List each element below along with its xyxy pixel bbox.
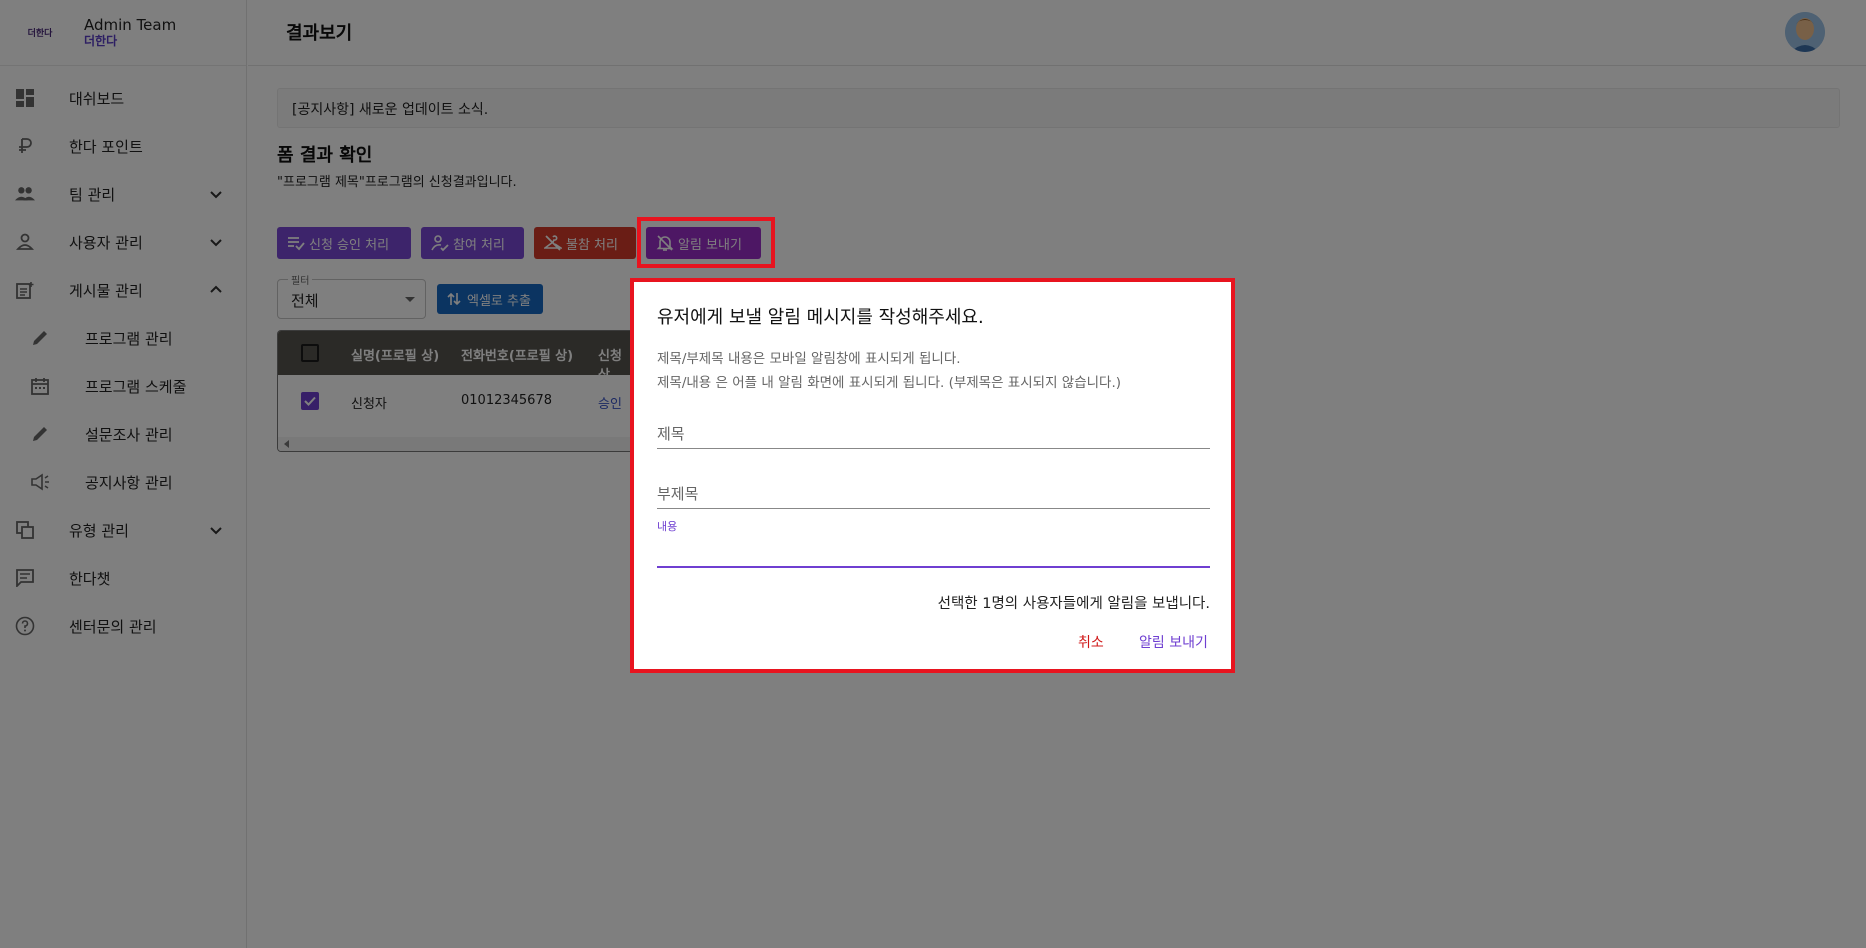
highlight-send-alert-button	[637, 217, 775, 268]
content-label: 내용	[657, 520, 678, 533]
title-field	[657, 419, 1210, 449]
cancel-button[interactable]: 취소	[1078, 632, 1104, 652]
dialog-description: 제목/부제목 내용은 모바일 알림창에 표시되게 됩니다. 제목/내용 은 어플…	[657, 347, 1121, 395]
title-input[interactable]	[657, 419, 1210, 449]
dialog-description-line-1: 제목/부제목 내용은 모바일 알림창에 표시되게 됩니다.	[657, 351, 961, 367]
content-input[interactable]	[657, 536, 1210, 568]
send-button[interactable]: 알림 보내기	[1139, 632, 1208, 652]
dialog-title: 유저에게 보낼 알림 메시지를 작성해주세요.	[657, 307, 984, 328]
send-alert-dialog: 유저에게 보낼 알림 메시지를 작성해주세요. 제목/부제목 내용은 모바일 알…	[634, 282, 1231, 669]
recipient-count-note: 선택한 1명의 사용자들에게 알림을 보냅니다.	[937, 596, 1210, 612]
dialog-description-line-2: 제목/내용 은 어플 내 알림 화면에 표시되게 됩니다. (부제목은 표시되지…	[657, 375, 1122, 391]
subtitle-input[interactable]	[657, 479, 1210, 509]
subtitle-field	[657, 479, 1210, 509]
